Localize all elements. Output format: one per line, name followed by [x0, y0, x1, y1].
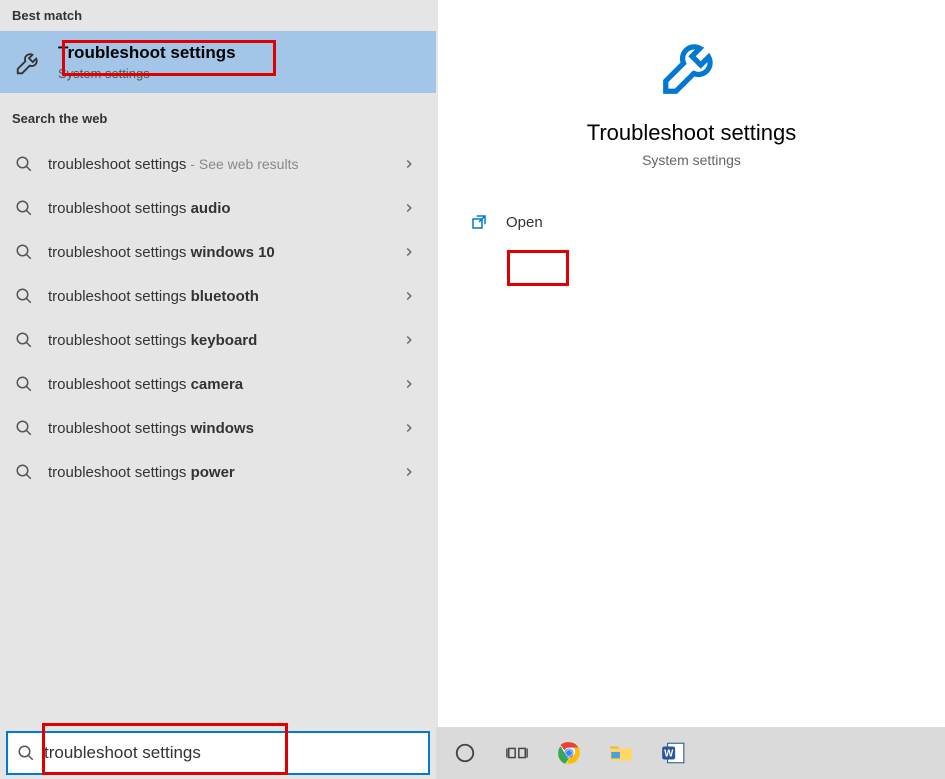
web-result-item[interactable]: troubleshoot settings windows 10 — [0, 230, 436, 274]
search-icon — [12, 152, 36, 176]
web-results-list: troubleshoot settings - See web results t… — [0, 134, 436, 494]
best-match-subtitle: System settings — [58, 66, 236, 81]
web-result-item[interactable]: troubleshoot settings power — [0, 450, 436, 494]
chevron-right-icon — [402, 333, 424, 347]
detail-subtitle: System settings — [642, 152, 741, 168]
web-result-text: troubleshoot settings windows — [48, 420, 402, 437]
detail-title: Troubleshoot settings — [587, 120, 797, 146]
taskbar-search-box[interactable] — [6, 731, 430, 775]
search-web-label: Search the web — [0, 103, 436, 134]
web-result-text: troubleshoot settings power — [48, 464, 402, 481]
open-action[interactable]: Open — [438, 208, 547, 237]
web-result-item[interactable]: troubleshoot settings camera — [0, 362, 436, 406]
web-result-text: troubleshoot settings camera — [48, 376, 402, 393]
search-icon — [12, 416, 36, 440]
svg-text:W: W — [664, 748, 674, 759]
taskbar: W — [0, 727, 945, 779]
best-match-label: Best match — [0, 0, 436, 31]
search-input[interactable] — [44, 743, 428, 763]
web-result-text: troubleshoot settings - See web results — [48, 156, 402, 173]
search-icon — [12, 460, 36, 484]
cortana-icon[interactable] — [444, 732, 486, 774]
chevron-right-icon — [402, 377, 424, 391]
web-result-text: troubleshoot settings keyboard — [48, 332, 402, 349]
search-icon — [12, 328, 36, 352]
open-label: Open — [502, 208, 547, 237]
wrench-icon — [12, 45, 46, 79]
web-result-item[interactable]: troubleshoot settings audio — [0, 186, 436, 230]
search-icon — [8, 744, 44, 762]
task-view-icon[interactable] — [496, 732, 538, 774]
detail-panel: Troubleshoot settings System settings Op… — [438, 0, 945, 727]
open-icon — [470, 213, 490, 233]
search-results-panel: Best match Troubleshoot settings System … — [0, 0, 436, 727]
wrench-icon — [657, 30, 727, 100]
word-icon[interactable]: W — [652, 732, 694, 774]
chevron-right-icon — [402, 157, 424, 171]
search-icon — [12, 284, 36, 308]
search-icon — [12, 372, 36, 396]
web-result-text: troubleshoot settings windows 10 — [48, 244, 402, 261]
web-result-item[interactable]: troubleshoot settings bluetooth — [0, 274, 436, 318]
web-result-item[interactable]: troubleshoot settings keyboard — [0, 318, 436, 362]
web-result-item[interactable]: troubleshoot settings - See web results — [0, 142, 436, 186]
best-match-result[interactable]: Troubleshoot settings System settings — [0, 31, 436, 93]
search-icon — [12, 240, 36, 264]
best-match-title: Troubleshoot settings — [58, 43, 236, 63]
web-result-item[interactable]: troubleshoot settings windows — [0, 406, 436, 450]
chevron-right-icon — [402, 289, 424, 303]
search-icon — [12, 196, 36, 220]
chevron-right-icon — [402, 465, 424, 479]
chevron-right-icon — [402, 421, 424, 435]
web-result-text: troubleshoot settings bluetooth — [48, 288, 402, 305]
chrome-icon[interactable] — [548, 732, 590, 774]
chevron-right-icon — [402, 245, 424, 259]
chevron-right-icon — [402, 201, 424, 215]
web-result-text: troubleshoot settings audio — [48, 200, 402, 217]
file-explorer-icon[interactable] — [600, 732, 642, 774]
